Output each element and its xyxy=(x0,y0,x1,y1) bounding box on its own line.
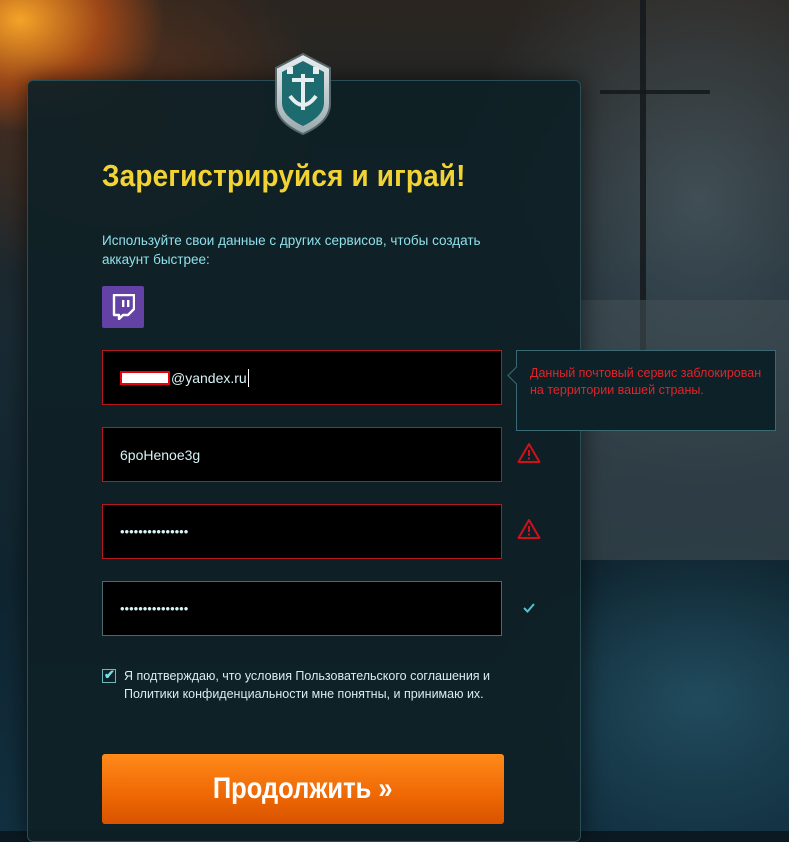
warning-triangle-icon xyxy=(517,519,541,539)
text-caret xyxy=(247,368,249,387)
agreement-text: Я подтверждаю, что условия Пользовательс… xyxy=(124,669,491,701)
twitch-login-button[interactable] xyxy=(102,286,144,328)
email-field[interactable]: @yandex.ru xyxy=(102,350,502,405)
agreement-row: ✔ Я подтверждаю, что условия Пользовател… xyxy=(102,667,502,703)
social-login-hint: Используйте свои данные с других сервисо… xyxy=(102,233,481,267)
background-ship-yard xyxy=(600,90,710,94)
password-value: ••••••••••••••• xyxy=(120,524,189,539)
page-title: Зарегистрируйся и играй! xyxy=(102,158,466,193)
check-icon xyxy=(523,603,535,613)
world-of-warships-emblem-icon xyxy=(275,52,331,136)
twitch-icon xyxy=(112,294,135,320)
email-domain-text: @yandex.ru xyxy=(171,369,247,386)
password-confirm-value: ••••••••••••••• xyxy=(120,601,189,616)
warning-triangle-icon xyxy=(517,443,541,463)
redacted-email-username xyxy=(120,370,170,385)
checkmark-icon: ✔ xyxy=(104,667,115,682)
password-field[interactable]: ••••••••••••••• xyxy=(102,504,502,559)
email-error-tooltip: Данный почтовый сервис заблокирован на т… xyxy=(507,350,776,431)
continue-button[interactable]: Продолжить » xyxy=(102,754,504,824)
nickname-field[interactable]: 6poHenoe3g xyxy=(102,427,502,482)
email-error-text: Данный почтовый сервис заблокирован на т… xyxy=(530,366,762,397)
continue-button-label: Продолжить » xyxy=(213,772,393,805)
agreement-checkbox[interactable]: ✔ xyxy=(102,667,116,683)
password-confirm-field[interactable]: ••••••••••••••• xyxy=(102,581,502,636)
nickname-value: 6poHenoe3g xyxy=(120,446,201,463)
